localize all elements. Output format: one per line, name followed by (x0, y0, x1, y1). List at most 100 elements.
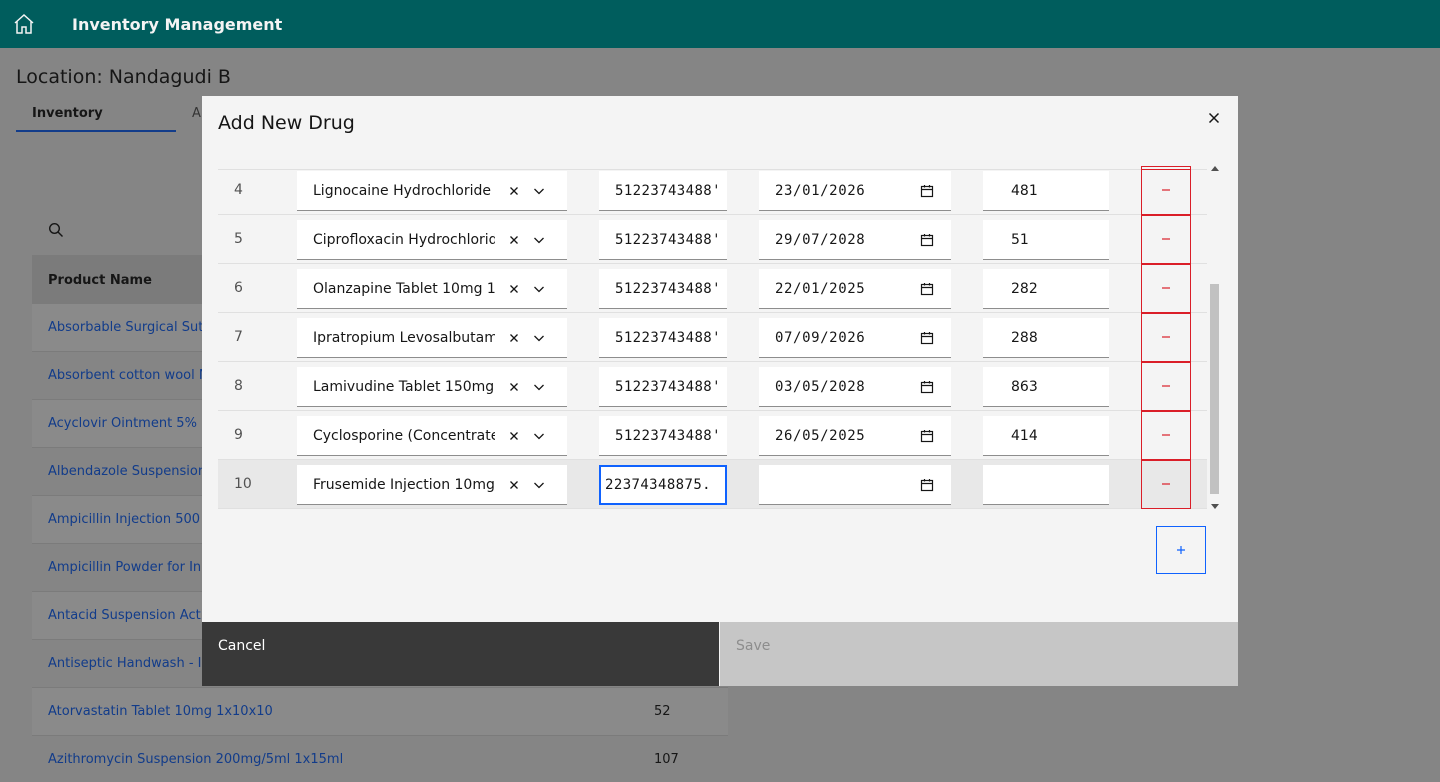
clear-selection-icon[interactable] (506, 281, 522, 297)
chevron-down-icon[interactable] (531, 428, 547, 444)
remove-row-button[interactable] (1141, 264, 1191, 313)
remove-row-button[interactable] (1141, 362, 1191, 411)
batch-input[interactable]: 51223743488' (599, 269, 727, 309)
expiry-date-value: 29/07/2028 (775, 232, 866, 248)
calendar-icon[interactable] (919, 379, 935, 395)
calendar-icon[interactable] (919, 281, 935, 297)
drug-combobox[interactable]: Frusemide Injection 10mg/m (297, 465, 567, 505)
drug-row: 6 Olanzapine Tablet 10mg 1 X 51223743488' 2… (218, 264, 1207, 313)
chevron-down-icon[interactable] (531, 477, 547, 493)
clear-selection-icon[interactable] (506, 330, 522, 346)
expiry-date-input[interactable]: 07/09/2026 (759, 318, 951, 358)
remove-row-button[interactable] (1141, 411, 1191, 460)
chevron-down-icon[interactable] (531, 330, 547, 346)
calendar-icon[interactable] (919, 477, 935, 493)
batch-input[interactable]: 51223743488' (599, 367, 727, 407)
drug-combobox-value: Ciprofloxacin Hydrochloride (313, 232, 495, 248)
expiry-date-input[interactable]: 22/01/2025 (759, 269, 951, 309)
expiry-date-value: 03/05/2028 (775, 379, 866, 395)
rows-scrollbar[interactable] (1209, 166, 1220, 509)
chevron-down-icon[interactable] (531, 183, 547, 199)
minus-icon (1160, 181, 1172, 200)
expiry-date-input[interactable] (759, 465, 951, 505)
clear-selection-icon[interactable] (506, 232, 522, 248)
expiry-date-input[interactable]: 03/05/2028 (759, 367, 951, 407)
quantity-input[interactable]: 282 (983, 269, 1109, 309)
remove-row-button[interactable] (1141, 460, 1191, 509)
row-number: 10 (234, 476, 252, 492)
close-icon (1206, 110, 1222, 130)
drug-combobox-value: Ipratropium Levosalbutamol (313, 330, 495, 346)
calendar-icon[interactable] (919, 183, 935, 199)
app-header: Inventory Management (0, 0, 1440, 48)
row-number: 7 (234, 329, 243, 345)
clear-selection-icon[interactable] (506, 379, 522, 395)
modal-title: Add New Drug (218, 112, 355, 134)
drug-row: 9 Cyclosporine (Concentrate) I 51223743488… (218, 411, 1207, 460)
batch-input[interactable]: 51223743488' (599, 416, 727, 456)
expiry-date-value: 26/05/2025 (775, 428, 866, 444)
drug-combobox[interactable]: Ipratropium Levosalbutamol (297, 318, 567, 358)
calendar-icon[interactable] (919, 428, 935, 444)
quantity-input[interactable]: 414 (983, 416, 1109, 456)
close-button[interactable] (1198, 104, 1230, 136)
drug-combobox-value: Lamivudine Tablet 150mg 1x (313, 379, 495, 395)
calendar-icon[interactable] (919, 330, 935, 346)
quantity-input[interactable]: 863 (983, 367, 1109, 407)
batch-input[interactable]: 51223743488' (599, 220, 727, 260)
batch-input[interactable]: 51223743488' (599, 318, 727, 358)
drug-row: 5 Ciprofloxacin Hydrochloride 51223743488'… (218, 215, 1207, 264)
quantity-input[interactable]: 288 (983, 318, 1109, 358)
add-row-button[interactable] (1156, 526, 1206, 574)
drug-combobox-value: Lignocaine Hydrochloride Inj (313, 183, 495, 199)
scroll-down-arrow[interactable] (1211, 504, 1219, 509)
quantity-input[interactable]: 481 (983, 171, 1109, 211)
scroll-thumb[interactable] (1210, 284, 1219, 494)
drug-combobox[interactable]: Ciprofloxacin Hydrochloride (297, 220, 567, 260)
expiry-date-input[interactable]: 29/07/2028 (759, 220, 951, 260)
drug-row: 4 Lignocaine Hydrochloride Inj 51223743488… (218, 166, 1207, 215)
remove-row-button[interactable] (1141, 313, 1191, 362)
minus-icon (1160, 230, 1172, 249)
clear-selection-icon[interactable] (506, 183, 522, 199)
drug-row: 10 Frusemide Injection 10mg/m .22374348875 (218, 460, 1207, 509)
cancel-button[interactable]: Cancel (202, 622, 719, 686)
drug-row: 7 Ipratropium Levosalbutamol 51223743488' 0… (218, 313, 1207, 362)
row-number: 8 (234, 378, 243, 394)
minus-icon (1160, 426, 1172, 445)
drug-combobox[interactable]: Lignocaine Hydrochloride Inj (297, 171, 567, 211)
minus-icon (1160, 279, 1172, 298)
clear-selection-icon[interactable] (506, 428, 522, 444)
quantity-input[interactable] (983, 465, 1109, 505)
drug-combobox-value: Cyclosporine (Concentrate) I (313, 428, 495, 444)
quantity-input[interactable]: 51 (983, 220, 1109, 260)
remove-row-button[interactable] (1141, 166, 1191, 215)
row-number: 9 (234, 427, 243, 443)
expiry-date-value: 23/01/2026 (775, 183, 866, 199)
home-icon[interactable] (0, 0, 48, 48)
batch-input[interactable]: 51223743488' (599, 171, 727, 211)
minus-icon (1160, 475, 1172, 494)
expiry-date-input[interactable]: 26/05/2025 (759, 416, 951, 456)
drug-combobox[interactable]: Cyclosporine (Concentrate) I (297, 416, 567, 456)
drug-combobox[interactable]: Olanzapine Tablet 10mg 1 X (297, 269, 567, 309)
expiry-date-value: 22/01/2025 (775, 281, 866, 297)
app-title: Inventory Management (72, 14, 283, 34)
drug-combobox[interactable]: Lamivudine Tablet 150mg 1x (297, 367, 567, 407)
clear-selection-icon[interactable] (506, 477, 522, 493)
chevron-down-icon[interactable] (531, 379, 547, 395)
chevron-down-icon[interactable] (531, 232, 547, 248)
row-number: 6 (234, 280, 243, 296)
chevron-down-icon[interactable] (531, 281, 547, 297)
expiry-date-value: 07/09/2026 (775, 330, 866, 346)
save-button[interactable]: Save (720, 622, 1238, 686)
drug-rows: 4 Lignocaine Hydrochloride Inj 51223743488… (218, 166, 1222, 509)
remove-row-button[interactable] (1141, 215, 1191, 264)
scroll-up-arrow[interactable] (1211, 166, 1219, 171)
expiry-date-input[interactable]: 23/01/2026 (759, 171, 951, 211)
calendar-icon[interactable] (919, 232, 935, 248)
drug-combobox-value: Frusemide Injection 10mg/m (313, 477, 495, 493)
batch-input[interactable]: .22374348875 (599, 465, 727, 505)
row-number: 4 (234, 182, 243, 198)
drug-combobox-value: Olanzapine Tablet 10mg 1 X (313, 281, 495, 297)
